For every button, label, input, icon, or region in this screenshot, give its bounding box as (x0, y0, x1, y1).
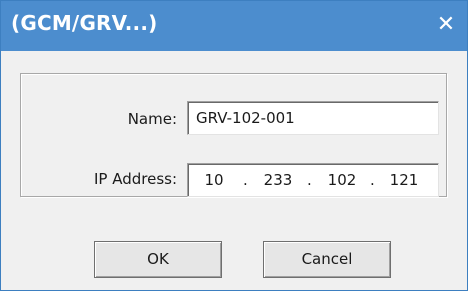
title-bar[interactable]: (GCM/GRV...) ✕ (1, 1, 467, 51)
dialog-title: (GCM/GRV...) (11, 11, 158, 35)
ip-octet-3[interactable]: 102 (322, 171, 362, 189)
ip-separator: . (370, 171, 375, 189)
ip-octet-1[interactable]: 10 (194, 171, 234, 189)
cancel-button[interactable]: Cancel (263, 241, 391, 278)
name-value: GRV-102-001 (196, 109, 295, 127)
ip-octet-4[interactable]: 121 (384, 171, 424, 189)
ip-separator: . (307, 171, 312, 189)
name-label: Name: (127, 110, 177, 128)
ip-config-dialog: (GCM/GRV...) ✕ Name: GRV-102-001 IP Addr… (0, 0, 468, 291)
name-field[interactable]: GRV-102-001 (187, 101, 439, 135)
ok-button[interactable]: OK (94, 241, 222, 278)
ip-separator: . (243, 171, 248, 189)
ip-address-label: IP Address: (93, 170, 177, 188)
ip-address-field[interactable]: 10 . 233 . 102 . 121 (187, 163, 439, 197)
close-icon[interactable]: ✕ (433, 12, 459, 38)
ip-octet-2[interactable]: 233 (258, 171, 298, 189)
